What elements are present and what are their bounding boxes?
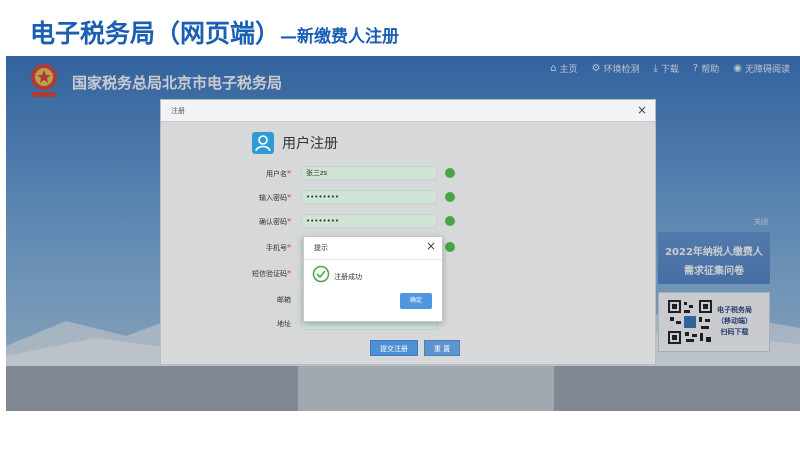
password-input[interactable]: •••••••• — [301, 190, 437, 204]
confirm-password-label: 确认密码 — [259, 218, 287, 226]
required-mark: * — [287, 169, 291, 178]
check-valid-icon — [445, 192, 455, 202]
required-mark: * — [287, 243, 291, 252]
register-dialog-header: 注册 × — [161, 100, 655, 122]
field-label: 确认密码* — [259, 217, 291, 227]
check-valid-icon — [445, 242, 455, 252]
field-label: 用户名* — [266, 169, 291, 179]
submit-register-button[interactable]: 提交注册 — [370, 340, 418, 356]
register-heading-text: 用户注册 — [282, 136, 338, 152]
required-mark: * — [287, 269, 291, 278]
field-label: 输入密码* — [259, 193, 291, 203]
required-mark: * — [287, 193, 291, 202]
check-circle-icon — [312, 265, 330, 283]
user-icon — [252, 132, 274, 154]
form-row-username: 用户名* 张三zs — [221, 166, 471, 182]
field-label: 邮箱 — [277, 296, 291, 304]
username-input[interactable]: 张三zs — [301, 166, 437, 180]
confirm-button[interactable]: 确定 — [400, 293, 432, 309]
slide-title-main: 电子税务局（网页端） — [30, 19, 281, 48]
register-heading: 用户注册 — [252, 132, 338, 154]
check-valid-icon — [445, 216, 455, 226]
tip-message: 注册成功 — [334, 273, 362, 281]
slide-title: 电子税务局（网页端）—新缴费人注册 — [30, 14, 399, 50]
slide-title-sub: —新缴费人注册 — [280, 27, 400, 47]
field-label: 地址 — [277, 320, 291, 328]
reset-button[interactable]: 重 置 — [424, 340, 460, 356]
screenshot: 国家税务总局北京市电子税务局 ⌂ 主页 ⚙ 环境检测 ⤓ 下载 ? 帮助 ◉ 无障碍阅读 … — [6, 56, 800, 411]
confirm-password-input[interactable]: •••••••• — [301, 214, 437, 228]
sms-code-label: 短信验证码 — [252, 270, 287, 278]
field-label: 手机号* — [266, 243, 291, 253]
phone-label: 手机号 — [266, 244, 287, 252]
divider — [304, 259, 442, 260]
username-label: 用户名 — [266, 170, 287, 178]
success-tip-dialog: 提示 × 注册成功 确定 — [303, 236, 443, 322]
close-icon[interactable]: × — [426, 239, 436, 253]
password-label: 输入密码 — [259, 194, 287, 202]
register-dialog-title: 注册 — [171, 107, 185, 115]
field-label: 短信验证码* — [252, 269, 291, 279]
close-icon[interactable]: × — [637, 103, 647, 117]
check-valid-icon — [445, 168, 455, 178]
form-row-confirm-password: 确认密码* •••••••• — [221, 214, 471, 230]
tip-title: 提示 — [314, 244, 328, 252]
register-dialog: 注册 × 用户注册 用户名* 张三zs 输入密码* •••••••• 确认密码*… — [160, 99, 656, 365]
form-row-password: 输入密码* •••••••• — [221, 190, 471, 206]
required-mark: * — [287, 217, 291, 226]
